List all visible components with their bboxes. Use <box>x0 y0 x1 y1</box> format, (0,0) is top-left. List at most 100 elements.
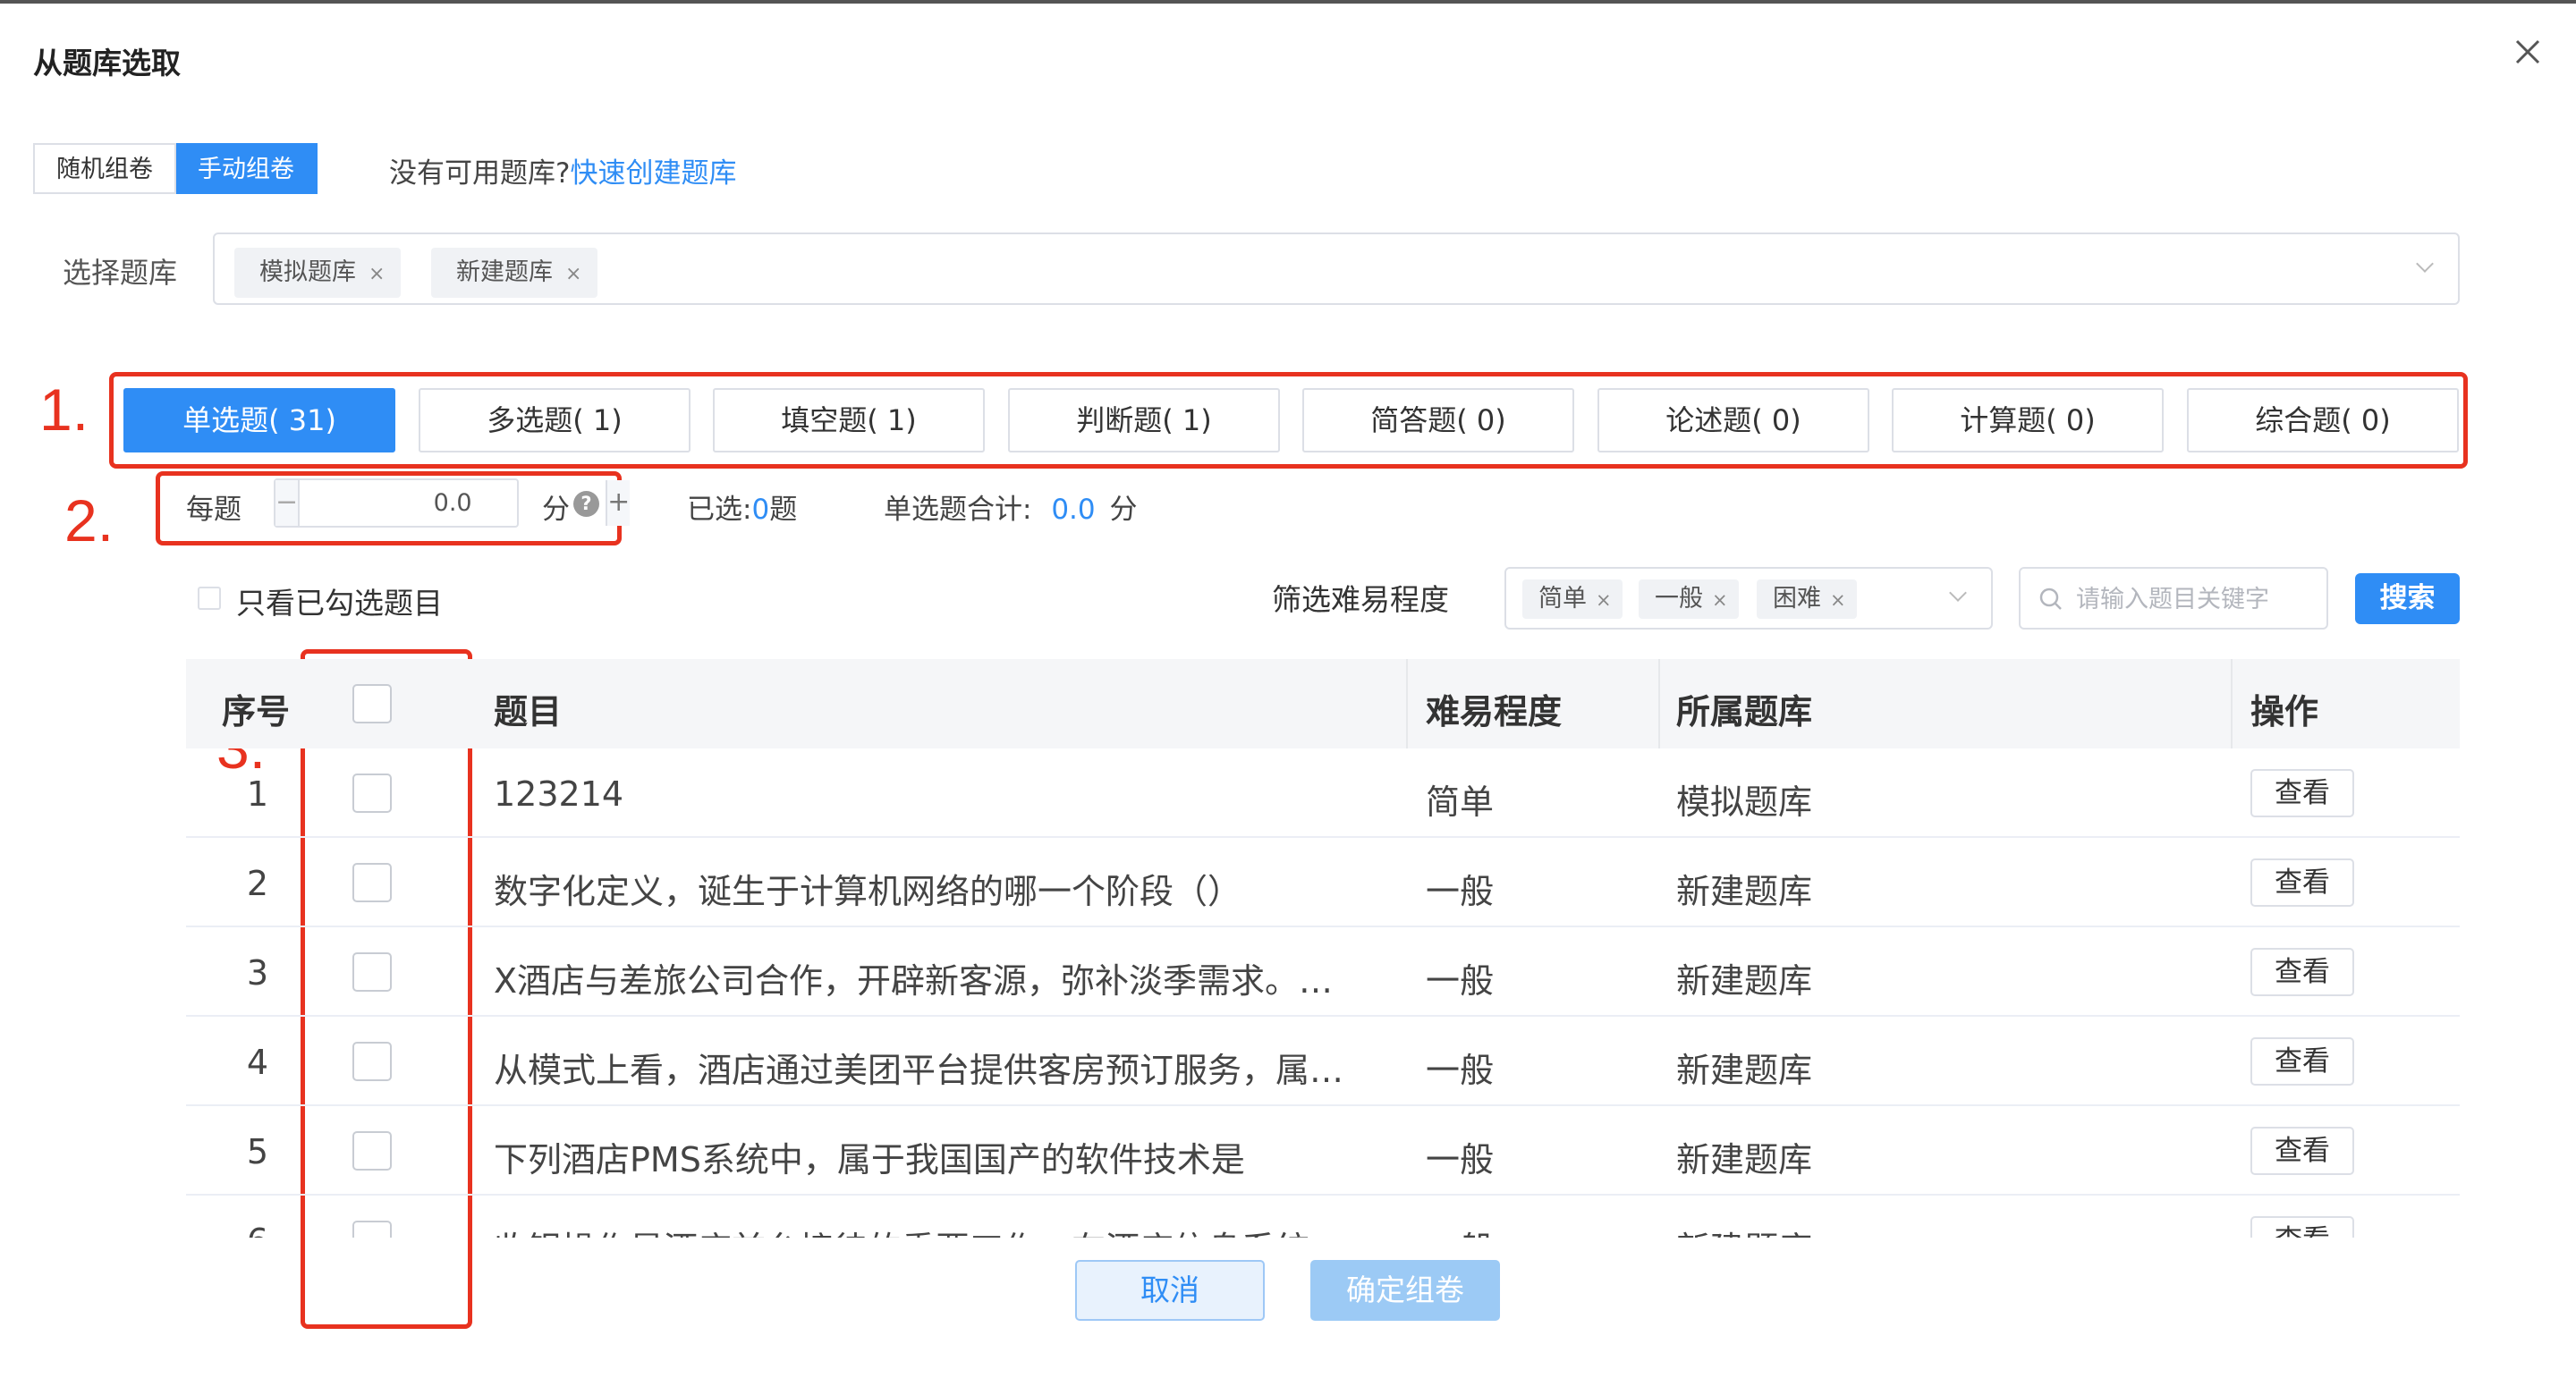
row-difficulty: 一般 <box>1426 872 1495 911</box>
bank-label: 选择题库 <box>63 256 178 290</box>
chevron-down-icon <box>1949 584 1967 602</box>
row-index: 6 <box>226 1222 289 1238</box>
header-difficulty: 难易程度 <box>1426 692 1563 731</box>
only-checked-checkbox[interactable] <box>198 587 221 610</box>
help-icon[interactable]: ? <box>573 491 599 517</box>
view-button[interactable]: 查看 <box>2250 1037 2354 1086</box>
row-question: 数字化定义，诞生于计算机网络的哪一个阶段（） <box>494 872 1242 911</box>
tab-short-answer[interactable]: 简答题( 0) <box>1302 388 1574 452</box>
only-checked-label: 只看已勾选题目 <box>236 586 443 621</box>
header-question: 题目 <box>494 692 563 731</box>
tab-multiple-choice[interactable]: 多选题( 1) <box>419 388 691 452</box>
row-question: 收银操作是酒店前台接待的重要工作，在酒店信息系统 <box>494 1222 1309 1238</box>
tab-comprehensive[interactable]: 综合题( 0) <box>2187 388 2459 452</box>
difficulty-tag: 一般 × <box>1639 579 1739 619</box>
remove-tag-icon[interactable]: × <box>1596 589 1612 611</box>
question-table: 序号 题目 难易程度 所属题库 操作 1 123214 简单 模拟题库 查看 2… <box>186 659 2460 1238</box>
row-bank: 模拟题库 <box>1676 782 1813 822</box>
tab-random-compose[interactable]: 随机组卷 <box>33 143 176 194</box>
table-row: 1 123214 简单 模拟题库 查看 <box>186 748 2460 838</box>
difficulty-tag: 简单 × <box>1522 579 1623 619</box>
confirm-compose-button[interactable]: 确定组卷 <box>1310 1260 1500 1321</box>
row-difficulty: 一般 <box>1426 1222 1494 1238</box>
difficulty-tag: 困难 × <box>1757 579 1857 619</box>
tab-true-false[interactable]: 判断题( 1) <box>1008 388 1280 452</box>
select-all-checkbox[interactable] <box>352 684 392 723</box>
tab-essay[interactable]: 论述题( 0) <box>1597 388 1869 452</box>
table-row: 3 X酒店与差旅公司合作，开辟新客源，弥补淡季需求。… 一般 新建题库 查看 <box>186 927 2460 1017</box>
annotation-2: 2. <box>64 487 114 554</box>
row-bank: 新建题库 <box>1676 1140 1813 1179</box>
cancel-button[interactable]: 取消 <box>1075 1260 1265 1321</box>
selected-count: 0 <box>751 494 770 526</box>
header-bank: 所属题库 <box>1676 692 1813 731</box>
row-question: X酒店与差旅公司合作，开辟新客源，弥补淡季需求。… <box>494 961 1334 1001</box>
search-input[interactable] <box>2076 579 2318 619</box>
difficulty-select[interactable]: 简单 × 一般 × 困难 × <box>1504 567 1993 630</box>
row-index: 1 <box>246 774 269 814</box>
table-row: 6 收银操作是酒店前台接待的重要工作，在酒店信息系统 一般 新建题库 查看 <box>186 1196 2460 1238</box>
table-header: 序号 题目 难易程度 所属题库 操作 <box>186 659 2460 748</box>
difficulty-filter-label: 筛选难易程度 <box>1272 582 1449 617</box>
search-button[interactable]: 搜索 <box>2355 573 2460 624</box>
view-button[interactable]: 查看 <box>2250 1216 2354 1238</box>
row-question: 下列酒店PMS系统中，属于我国国产的软件技术是 <box>494 1140 1245 1179</box>
score-unit: 分 <box>542 494 570 526</box>
row-checkbox[interactable] <box>352 1042 392 1081</box>
search-box <box>2019 567 2328 630</box>
row-difficulty: 简单 <box>1426 782 1495 822</box>
bank-tag-label: 模拟题库 <box>259 258 356 286</box>
view-button[interactable]: 查看 <box>2250 948 2354 996</box>
difficulty-tag-label: 一般 <box>1655 585 1703 613</box>
total-value: 0.0 <box>1051 494 1096 526</box>
row-difficulty: 一般 <box>1426 1140 1495 1179</box>
row-checkbox[interactable] <box>352 1131 392 1171</box>
bank-tag-label: 新建题库 <box>456 258 553 286</box>
create-bank-link[interactable]: 快速创建题库 <box>570 157 736 190</box>
annotation-1: 1. <box>39 376 89 443</box>
tab-fill-blank[interactable]: 填空题( 1) <box>713 388 985 452</box>
decrement-button[interactable]: − <box>275 480 301 526</box>
remove-tag-icon[interactable]: × <box>369 263 385 285</box>
row-bank: 新建题库 <box>1676 872 1813 911</box>
table-row: 2 数字化定义，诞生于计算机网络的哪一个阶段（） 一般 新建题库 查看 <box>186 838 2460 927</box>
close-icon[interactable] <box>2510 34 2546 70</box>
row-checkbox[interactable] <box>352 952 392 992</box>
total-unit: 分 <box>1109 494 1138 526</box>
view-button[interactable]: 查看 <box>2250 1127 2354 1175</box>
row-difficulty: 一般 <box>1426 1051 1495 1090</box>
selected-count-text: 已选:0题 <box>687 486 797 549</box>
hint-text: 没有可用题库? <box>389 157 571 190</box>
search-icon <box>2039 588 2062 610</box>
difficulty-tag-label: 困难 <box>1773 585 1821 613</box>
bank-select[interactable]: 模拟题库 × 新建题库 × <box>213 232 2460 305</box>
row-question: 从模式上看，酒店通过美团平台提供客房预订服务，属… <box>494 1051 1344 1090</box>
increment-button[interactable]: + <box>606 480 631 526</box>
selected-prefix: 已选: <box>687 494 752 526</box>
dialog-title: 从题库选取 <box>33 46 181 80</box>
row-bank: 新建题库 <box>1676 961 1813 1001</box>
row-checkbox[interactable] <box>352 863 392 902</box>
tab-calculation[interactable]: 计算题( 0) <box>1892 388 2164 452</box>
selected-suffix: 题 <box>769 494 798 526</box>
bank-tag: 模拟题库 × <box>234 248 402 298</box>
remove-tag-icon[interactable]: × <box>1830 589 1846 611</box>
bank-tag: 新建题库 × <box>431 248 598 298</box>
remove-tag-icon[interactable]: × <box>565 263 581 285</box>
row-index: 2 <box>246 864 269 903</box>
total-score-text: 单选题合计: 0.0 分 <box>884 486 1137 549</box>
column-divider <box>1406 659 1408 748</box>
row-checkbox[interactable] <box>352 774 392 813</box>
row-bank: 新建题库 <box>1676 1051 1813 1090</box>
row-index: 4 <box>246 1043 269 1082</box>
view-button[interactable]: 查看 <box>2250 858 2354 907</box>
tab-manual-compose[interactable]: 手动组卷 <box>176 143 318 194</box>
window-top-border <box>0 0 2576 4</box>
view-button[interactable]: 查看 <box>2250 769 2354 817</box>
row-checkbox[interactable] <box>352 1221 392 1238</box>
remove-tag-icon[interactable]: × <box>1712 589 1728 611</box>
row-bank: 新建题库 <box>1676 1222 1812 1238</box>
row-index: 5 <box>246 1132 269 1171</box>
no-bank-hint: 没有可用题库?快速创建题库 <box>389 150 736 190</box>
tab-single-choice[interactable]: 单选题( 31) <box>123 388 395 452</box>
